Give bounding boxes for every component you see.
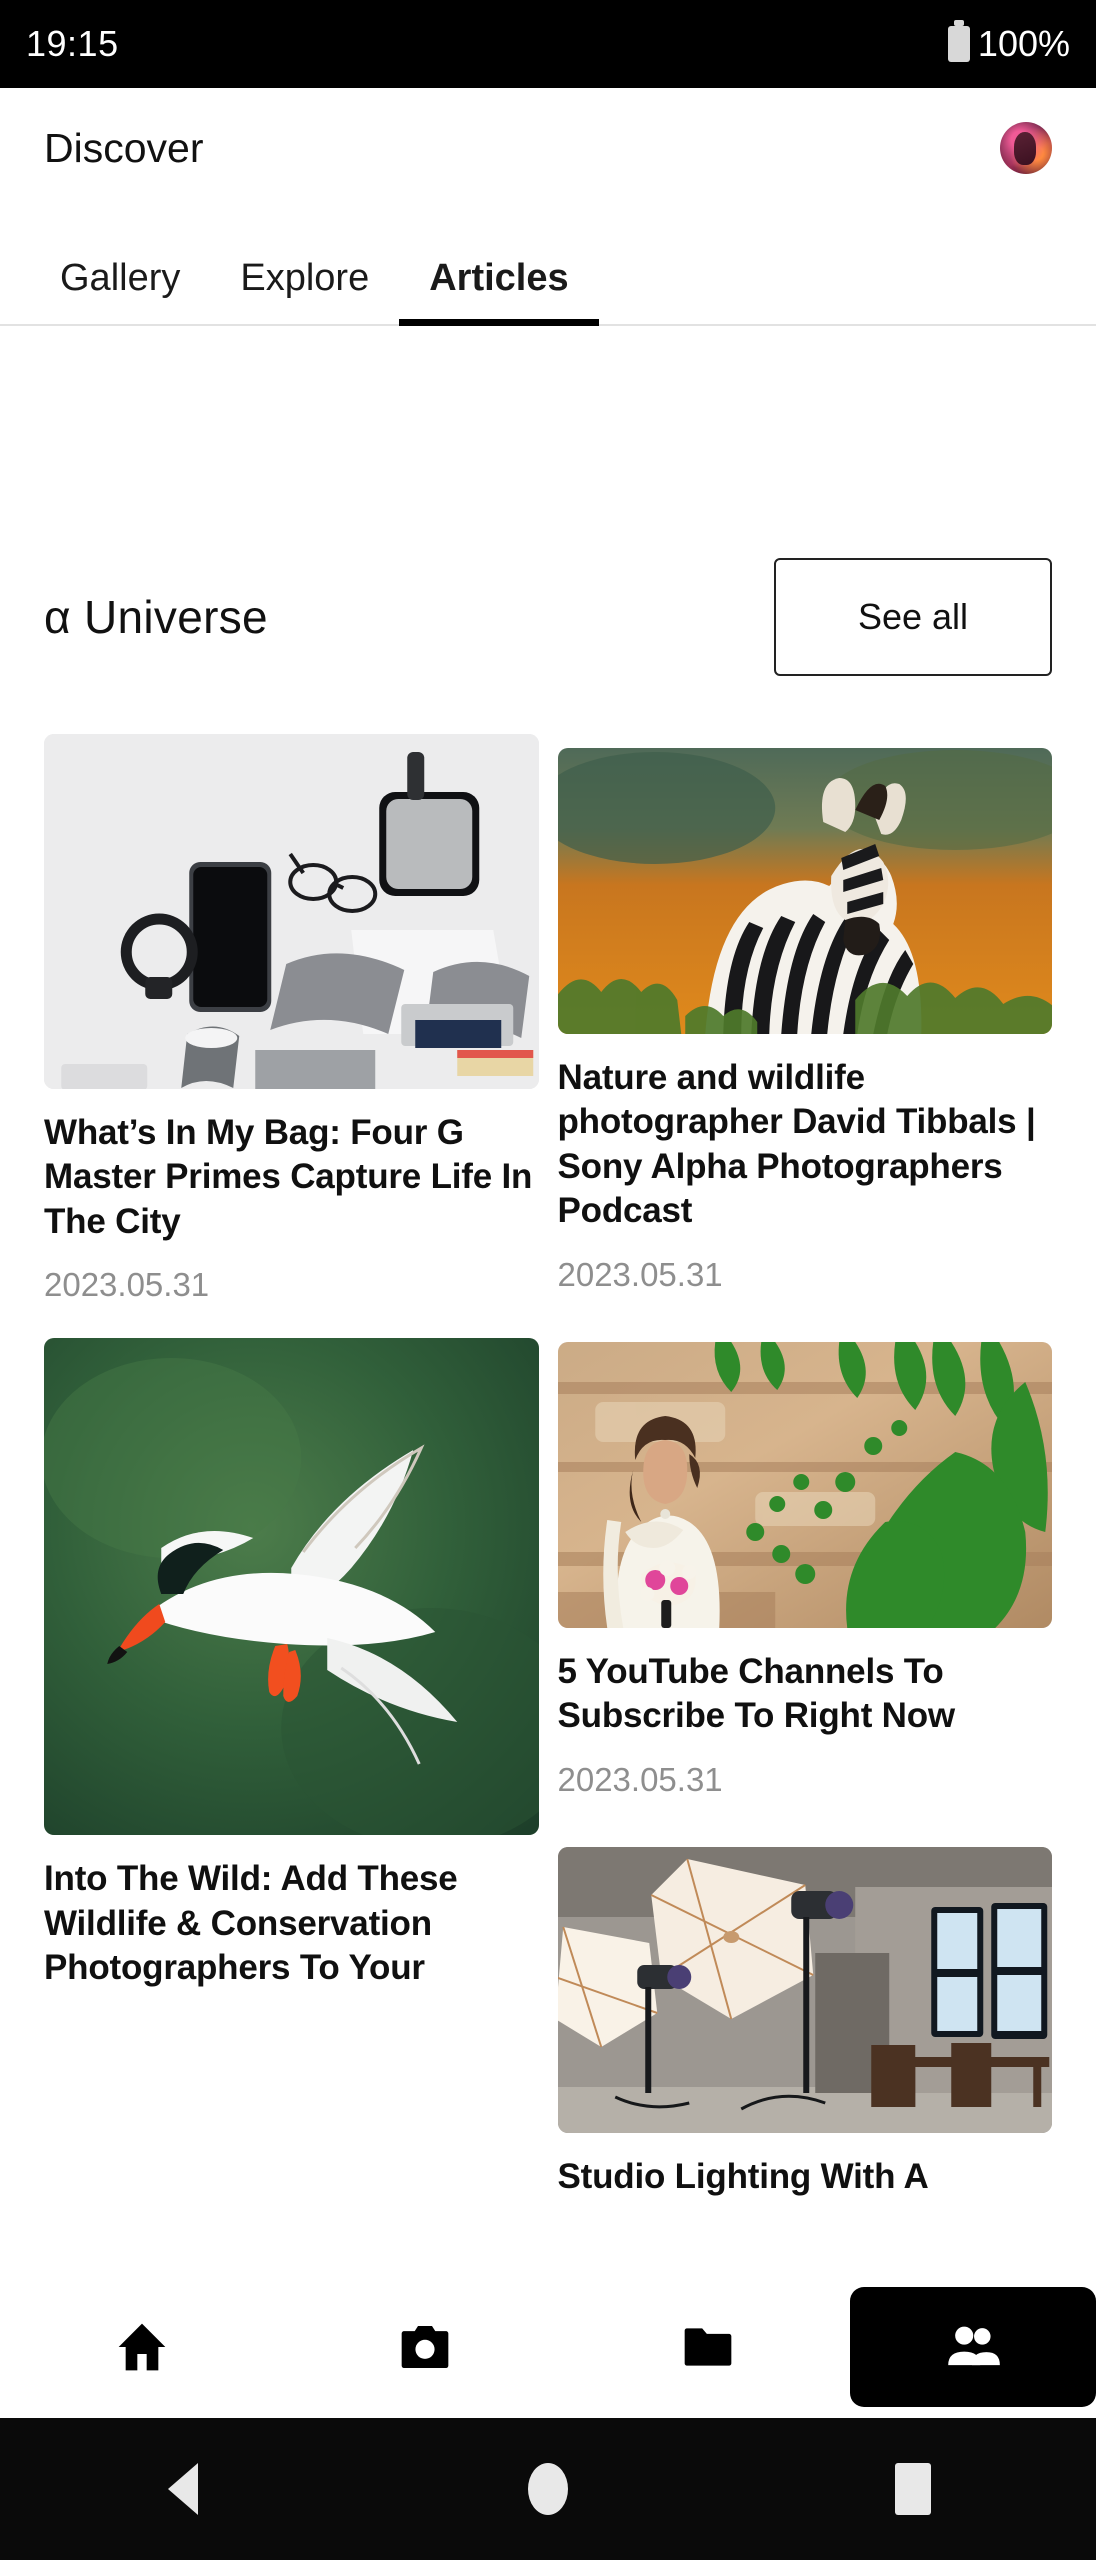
system-navigation-bar [0,2418,1096,2560]
bride-ivy-wall-photo [557,1341,1052,1628]
page-title: Discover [44,124,204,171]
folder-icon [684,2328,732,2366]
recents-square-icon [895,2463,932,2515]
article-date: 2023.05.31 [44,1266,210,1304]
article-title: Studio Lighting With A [557,2156,929,2196]
tab-gallery[interactable]: Gallery [30,257,210,324]
app-header: Discover [0,88,1096,208]
battery-full-icon [947,20,970,62]
active-tab-pill [849,2287,1096,2407]
article-column-left: What’s In My Bag: Four G Master Primes C… [44,734,539,2025]
people-icon [948,2326,1000,2366]
article-card[interactable]: Studio Lighting With A [557,1833,1052,2199]
status-bar-right: 100% [947,20,1070,65]
tern-in-flight-photo [44,1338,539,1836]
tab-explore[interactable]: Explore [210,257,399,324]
nav-item-camera[interactable] [283,2276,566,2418]
section-title: α Universe [44,591,268,643]
article-grid: What’s In My Bag: Four G Master Primes C… [0,734,1096,2233]
article-column-right: Nature and wildlife photographer David T… [557,734,1052,2233]
see-all-button[interactable]: See all [774,558,1052,676]
nav-item-community[interactable] [849,2276,1096,2418]
article-title: Nature and wildlife photographer David T… [557,1058,1036,1231]
status-bar-time: 19:15 [26,23,119,64]
battery-percent-label: 100% [977,23,1070,64]
system-home-button[interactable] [448,2418,648,2560]
zebra-savanna-photo [557,748,1052,1034]
nav-item-home[interactable] [0,2276,283,2418]
home-circle-icon [527,2463,568,2515]
studio-umbrella-lights-photo [557,1846,1052,2133]
back-triangle-icon [167,2463,198,2515]
system-recents-button[interactable] [813,2418,1013,2560]
nav-item-folder[interactable] [567,2276,850,2418]
section-header: α Universe See all [0,466,1096,676]
camera-icon [401,2326,449,2368]
article-card[interactable]: What’s In My Bag: Four G Master Primes C… [44,734,539,1304]
bottom-navigation-bar [0,2276,1096,2418]
avatar[interactable] [1000,122,1052,174]
content-scroll-area[interactable]: α Universe See all What’s In My Bag: Fou… [0,466,1096,2376]
article-card[interactable]: 5 YouTube Channels To Subscribe To Right… [557,1328,1052,1799]
article-title: Into The Wild: Add These Wildlife & Cons… [44,1859,458,1988]
system-back-button[interactable] [83,2418,283,2560]
home-icon [118,2323,165,2371]
tab-bar: Gallery Explore Articles [0,208,1096,326]
tab-articles[interactable]: Articles [399,257,600,326]
flatlay-gadgets-photo [44,734,539,1089]
status-bar: 19:15 100% [0,0,1096,88]
article-date: 2023.05.31 [557,1255,723,1293]
article-title: What’s In My Bag: Four G Master Primes C… [44,1113,533,1241]
article-card[interactable]: Nature and wildlife photographer David T… [557,734,1052,1294]
article-date: 2023.05.31 [557,1760,723,1798]
article-title: 5 YouTube Channels To Subscribe To Right… [557,1651,956,1736]
article-card[interactable]: Into The Wild: Add These Wildlife & Cons… [44,1338,539,1990]
